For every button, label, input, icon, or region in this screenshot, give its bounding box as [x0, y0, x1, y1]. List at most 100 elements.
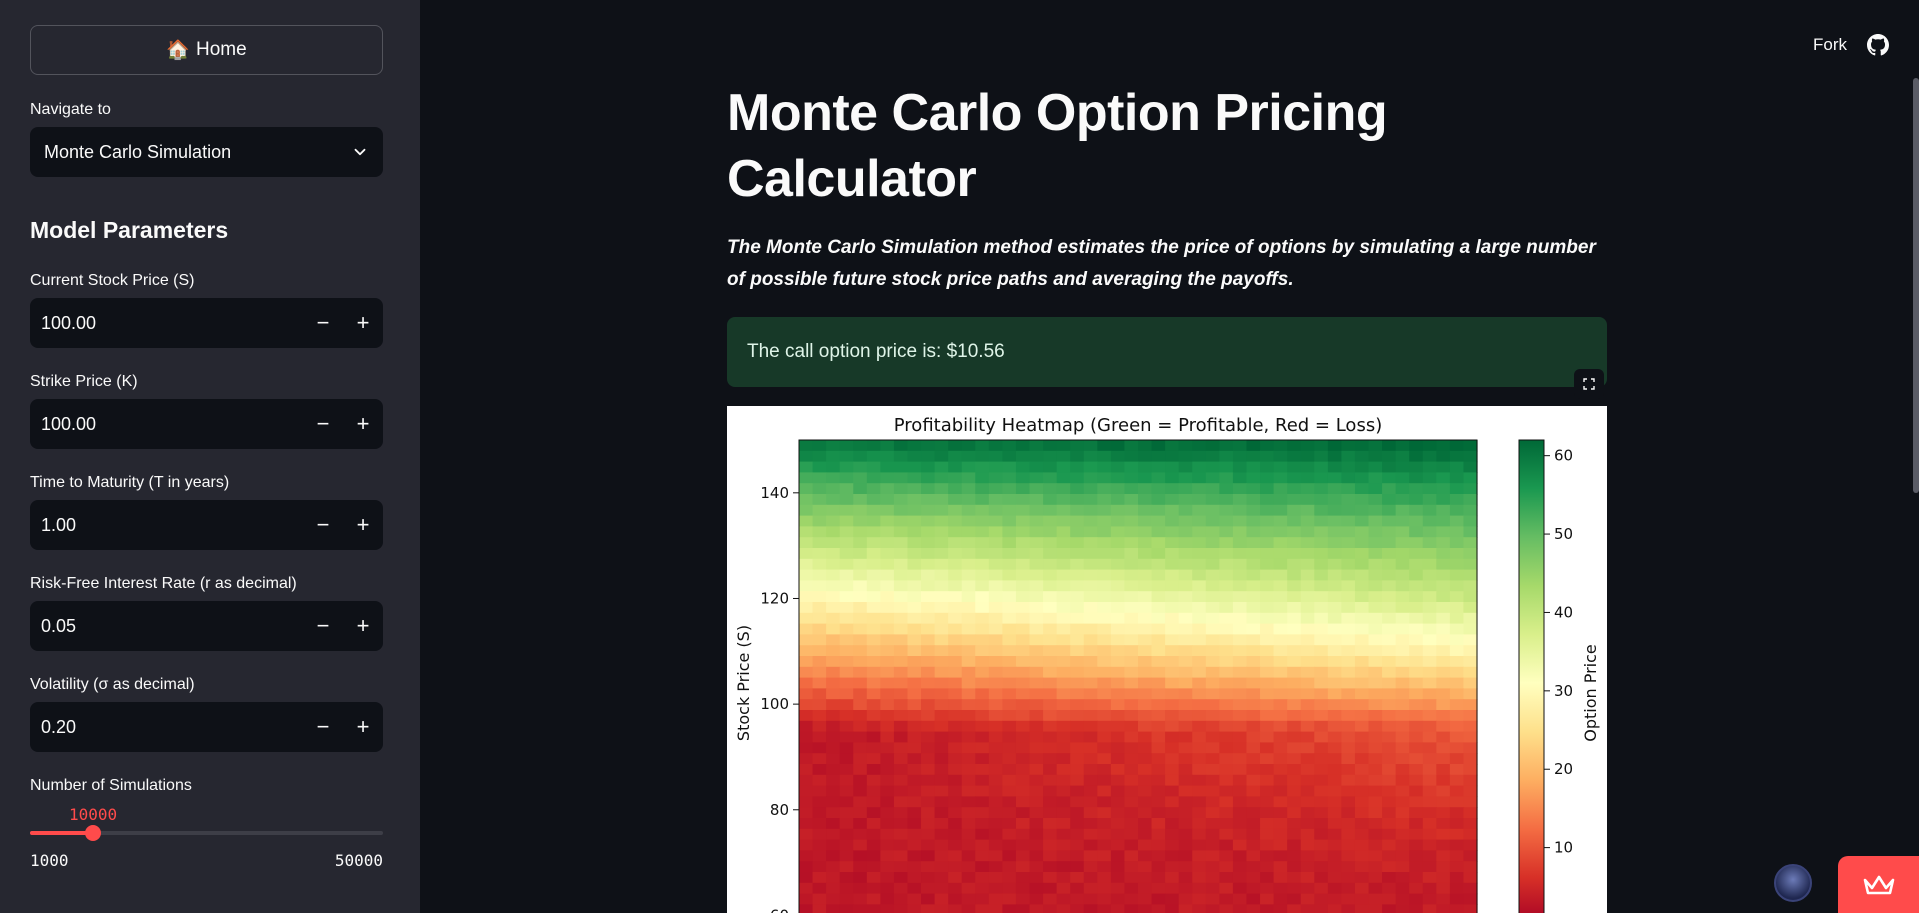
heatmap-cell	[1422, 807, 1437, 819]
stock-price-input[interactable]: 100.00 − +	[30, 298, 383, 348]
navigate-select[interactable]: Monte Carlo Simulation	[30, 127, 383, 177]
heatmap-cell	[1341, 720, 1356, 733]
heatmap-cell	[1463, 440, 1478, 452]
heatmap-cell	[961, 558, 976, 571]
heatmap-cell	[1178, 656, 1193, 668]
strike-price-increment-button[interactable]: +	[343, 399, 383, 449]
heatmap-cell	[1368, 515, 1383, 527]
heatmap-cell	[1246, 677, 1261, 689]
heatmap-cell	[948, 699, 963, 711]
heatmap-cell	[907, 764, 922, 776]
heatmap-cell	[1015, 602, 1031, 614]
heatmap-cell	[853, 807, 868, 819]
heatmap-cell	[839, 666, 854, 679]
stock-price-value[interactable]: 100.00	[41, 313, 303, 334]
heatmap-cell	[1043, 731, 1058, 743]
stock-price-decrement-button[interactable]: −	[303, 298, 343, 348]
heatmap-cell	[812, 850, 827, 862]
heatmap-cell	[1029, 656, 1044, 668]
heatmap-cell	[1043, 904, 1058, 913]
heatmap-cell	[1219, 440, 1234, 452]
heatmap-cell	[839, 774, 854, 787]
heatmap-cell	[866, 504, 881, 517]
heatmap-cell	[1368, 580, 1383, 592]
interest-rate-value[interactable]: 0.05	[41, 616, 303, 637]
heatmap-cell	[988, 483, 1003, 495]
heatmap-cell	[1409, 904, 1424, 913]
volatility-increment-button[interactable]: +	[343, 702, 383, 752]
heatmap-cell	[975, 526, 990, 538]
heatmap-cell	[921, 537, 936, 549]
heatmap-cell	[1422, 828, 1437, 841]
volatility-input[interactable]: 0.20 − +	[30, 702, 383, 752]
streamlit-badge-button[interactable]	[1838, 856, 1919, 913]
heatmap-cell	[1300, 872, 1315, 884]
heatmap-cell	[1178, 483, 1193, 495]
heatmap-cell	[921, 807, 936, 819]
heatmap-cell	[1015, 440, 1031, 452]
maturity-input[interactable]: 1.00 − +	[30, 500, 383, 550]
heatmap-cell	[975, 828, 990, 841]
heatmap-cell	[880, 548, 895, 560]
heatmap-cell	[1287, 472, 1302, 484]
scrollbar[interactable]	[1913, 78, 1919, 493]
heatmap-cell	[1354, 818, 1370, 830]
heatmap-cell	[1260, 731, 1275, 743]
volatility-decrement-button[interactable]: −	[303, 702, 343, 752]
heatmap-cell	[799, 699, 814, 711]
github-icon[interactable]	[1867, 34, 1889, 56]
heatmap-cell	[1232, 591, 1248, 603]
heatmap-cell	[1151, 742, 1166, 754]
stock-price-increment-button[interactable]: +	[343, 298, 383, 348]
heatmap-cell	[1165, 753, 1180, 765]
heatmap-cell	[1436, 828, 1451, 841]
heatmap-cell	[893, 753, 909, 765]
interest-rate-increment-button[interactable]: +	[343, 601, 383, 651]
heatmap-cell	[1151, 720, 1166, 733]
heatmap-cell	[1287, 839, 1302, 851]
heatmap-cell	[1124, 666, 1139, 679]
heatmap-cell	[1341, 861, 1356, 873]
interest-rate-input[interactable]: 0.05 − +	[30, 601, 383, 651]
heatmap-cell	[1354, 623, 1370, 635]
heatmap-cell	[1341, 666, 1356, 679]
heatmap-cell	[1368, 861, 1383, 873]
heatmap-cell	[853, 472, 868, 484]
heatmap-cell	[1043, 688, 1058, 700]
heatmap-cell	[1354, 580, 1370, 592]
heatmap-cell	[1327, 558, 1342, 571]
strike-price-value[interactable]: 100.00	[41, 414, 303, 435]
heatmap-cell	[1124, 699, 1139, 711]
heatmap-cell	[1083, 558, 1098, 571]
interest-rate-decrement-button[interactable]: −	[303, 601, 343, 651]
heatmap-cell	[1151, 872, 1166, 884]
heatmap-cell	[975, 483, 990, 495]
heatmap-cell	[1287, 807, 1302, 819]
maturity-decrement-button[interactable]: −	[303, 500, 343, 550]
heatmap-cell	[1422, 699, 1437, 711]
maturity-value[interactable]: 1.00	[41, 515, 303, 536]
heatmap-cell	[1368, 828, 1383, 841]
slider-thumb[interactable]	[85, 825, 101, 841]
simulations-slider[interactable]: 10000 1000 50000	[30, 803, 383, 873]
heatmap-cell	[1422, 839, 1437, 851]
heatmap-cell	[1138, 580, 1153, 592]
volatility-value[interactable]: 0.20	[41, 717, 303, 738]
heatmap-cell	[961, 872, 976, 884]
heatmap-cell	[1287, 612, 1302, 625]
home-button[interactable]: 🏠 Home	[30, 25, 383, 75]
heatmap-cell	[1382, 872, 1397, 884]
avatar[interactable]	[1774, 864, 1812, 902]
heatmap-cell	[1151, 731, 1166, 743]
heatmap-cell	[1110, 558, 1126, 571]
heatmap-cell	[1015, 450, 1031, 463]
fullscreen-button[interactable]	[1574, 369, 1604, 399]
strike-price-input[interactable]: 100.00 − +	[30, 399, 383, 449]
heatmap-cell	[1246, 807, 1261, 819]
strike-price-decrement-button[interactable]: −	[303, 399, 343, 449]
heatmap-cell	[1273, 882, 1288, 895]
maturity-increment-button[interactable]: +	[343, 500, 383, 550]
fork-link[interactable]: Fork	[1813, 35, 1847, 55]
heatmap-cell	[1232, 764, 1248, 776]
heatmap-cell	[812, 904, 827, 913]
